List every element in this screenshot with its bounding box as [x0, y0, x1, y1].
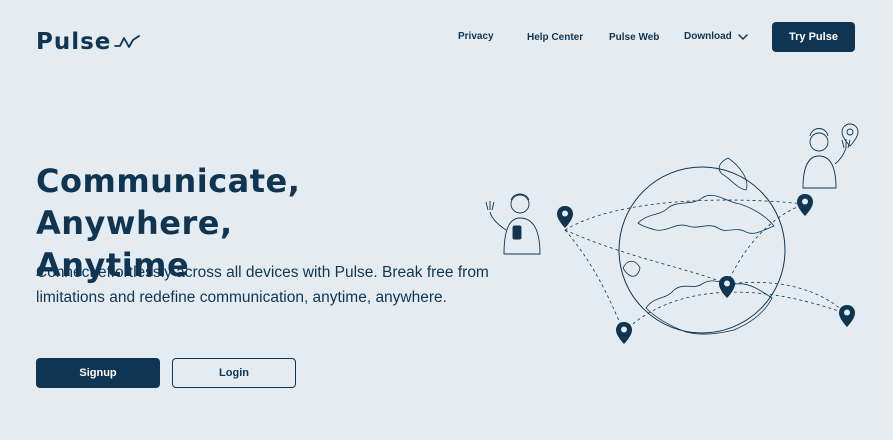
hero-title-line-1: Communicate, Anywhere,	[36, 162, 301, 242]
hero-subtitle: Connect effortlessly across all devices …	[36, 264, 489, 306]
globe-icon	[618, 157, 786, 335]
nav-link-pulse-web[interactable]: Pulse Web	[609, 32, 659, 43]
chevron-down-icon	[738, 33, 748, 40]
top-nav: Privacy Help Center Pulse Web Download T…	[0, 0, 893, 80]
nav-link-help-center[interactable]: Help Center	[527, 32, 583, 43]
login-button[interactable]: Login	[172, 358, 296, 388]
try-pulse-button[interactable]: Try Pulse	[772, 22, 855, 52]
map-pin-icon	[557, 194, 855, 344]
hero-illustration	[485, 123, 859, 344]
nav-link-privacy[interactable]: Privacy	[458, 31, 494, 42]
connection-lines	[564, 199, 848, 333]
person-with-phone-icon	[485, 193, 541, 255]
nav-download-dropdown[interactable]: Download	[684, 31, 748, 42]
map-pin-outline-icon	[841, 123, 859, 147]
nav-link-download: Download	[684, 31, 732, 42]
signup-button[interactable]: Signup	[36, 358, 160, 388]
